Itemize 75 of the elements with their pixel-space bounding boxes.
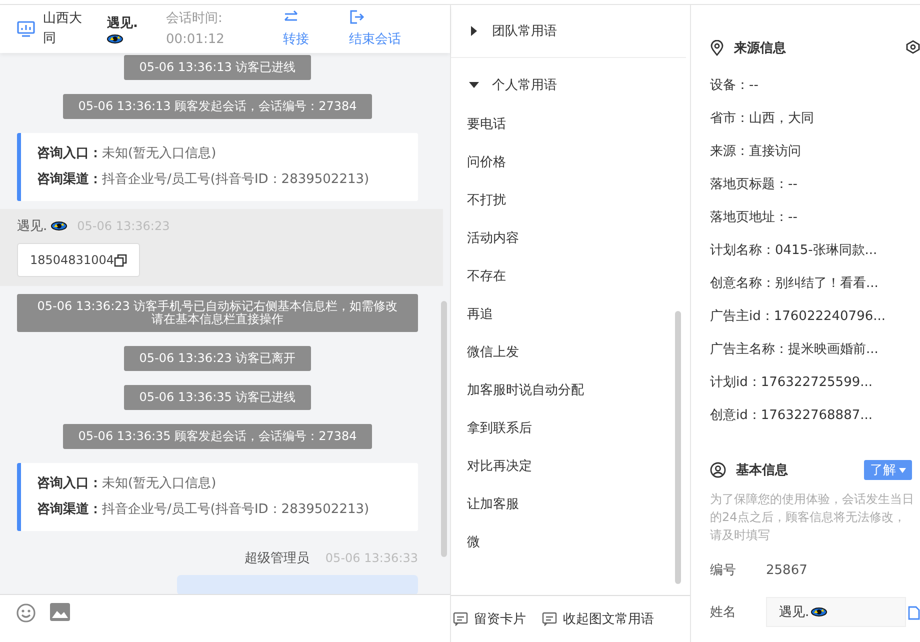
phrase-footer-button[interactable]: 收起图文常用语 bbox=[542, 610, 654, 628]
info-label: 咨询入口： bbox=[37, 476, 102, 491]
phrase-item[interactable]: 让加客服 bbox=[451, 486, 690, 524]
source-field: 广告主id：176022240796... bbox=[710, 300, 920, 333]
info-label: 咨询渠道： bbox=[37, 502, 102, 517]
source-field: 广告主名称：提米映画婚前... bbox=[710, 333, 920, 366]
source-field: 落地页标题：-- bbox=[710, 168, 920, 201]
info-label: 咨询入口： bbox=[37, 146, 102, 161]
field-label: 姓名 bbox=[710, 604, 737, 621]
sender-name: 遇见. bbox=[17, 218, 48, 235]
sender-name: 超级管理员 bbox=[244, 550, 310, 567]
session-time: 00:01:12 bbox=[166, 31, 226, 49]
system-notice: 05-06 13:36:13 访客已进线 bbox=[124, 55, 311, 80]
info-value: 抖音企业号/员工号(抖音号ID：2839502213) bbox=[102, 172, 370, 187]
phrase-item[interactable]: 拿到联系后 bbox=[451, 410, 690, 448]
phone-number: 18504831004 bbox=[30, 253, 114, 267]
source-field: 省市：山西，大同 bbox=[710, 102, 920, 135]
system-notice: 05-06 13:36:23 访客手机号已自动标记右侧基本信息栏，如需修改请在基本信息栏直接操作 bbox=[17, 294, 418, 332]
session-label: 会话时间: bbox=[166, 10, 224, 28]
planet-emoji-icon bbox=[107, 34, 123, 44]
phrase-item[interactable]: 活动内容 bbox=[451, 220, 690, 258]
caret-down-icon bbox=[469, 80, 479, 90]
phrase-item[interactable]: 对比再决定 bbox=[451, 448, 690, 486]
message-input[interactable] bbox=[0, 594, 450, 642]
visitor-location: 山西大同 bbox=[43, 10, 83, 48]
name-field[interactable]: 遇见. bbox=[766, 597, 906, 627]
system-notice: 05-06 13:36:23 访客已离开 bbox=[124, 346, 311, 371]
scrollbar[interactable] bbox=[441, 301, 447, 557]
source-field: 来源：直接访问 bbox=[710, 135, 920, 168]
location-pin-icon bbox=[710, 40, 724, 56]
copy-icon[interactable] bbox=[114, 254, 127, 266]
phrase-item[interactable]: 微信上发 bbox=[451, 334, 690, 372]
phrase-item[interactable]: 不存在 bbox=[451, 258, 690, 296]
planet-emoji-icon bbox=[811, 607, 828, 617]
message-icon bbox=[542, 612, 557, 626]
phrase-item[interactable]: 加客服时说自动分配 bbox=[451, 372, 690, 410]
smiley-icon[interactable] bbox=[16, 603, 36, 623]
info-label: 咨询渠道： bbox=[37, 172, 102, 187]
user-circle-icon bbox=[710, 462, 726, 478]
message-time: 05-06 13:36:33 bbox=[325, 551, 418, 565]
source-field: 创意名称：别纠结了！看看... bbox=[710, 267, 920, 300]
caret-down-icon bbox=[899, 468, 906, 472]
phrase-item[interactable]: 微 bbox=[451, 524, 690, 562]
phrase-item[interactable]: 再追 bbox=[451, 296, 690, 334]
phrase-item[interactable]: 不打扰 bbox=[451, 182, 690, 220]
source-field: 计划名称：0415-张琳同款... bbox=[710, 234, 920, 267]
swap-arrows-icon bbox=[283, 10, 299, 24]
info-value: 抖音企业号/员工号(抖音号ID：2839502213) bbox=[102, 502, 370, 517]
field-label: 编号 bbox=[710, 562, 737, 579]
system-notice: 05-06 13:36:13 顾客发起会话，会话编号：27384 bbox=[63, 94, 372, 119]
section-title: 基本信息 bbox=[736, 462, 788, 479]
message-icon bbox=[453, 612, 468, 626]
monitor-icon bbox=[17, 21, 35, 37]
document-icon[interactable] bbox=[908, 606, 920, 620]
field-value: 25867 bbox=[766, 562, 808, 578]
source-field: 落地页地址：-- bbox=[710, 201, 920, 234]
visitor-name: 遇见. bbox=[107, 15, 138, 32]
hexagon-settings-icon[interactable] bbox=[906, 40, 920, 54]
section-title: 来源信息 bbox=[734, 40, 786, 57]
planet-emoji-icon bbox=[51, 221, 68, 231]
info-value: 未知(暂无入口信息) bbox=[102, 476, 216, 491]
system-notice: 05-06 13:36:35 访客已进线 bbox=[124, 385, 311, 410]
scrollbar[interactable] bbox=[675, 311, 681, 584]
exit-icon bbox=[349, 10, 365, 24]
notice-text: 为了保障您的使用体验，会话发生当日的24点之后，顾客信息将无法修改，请及时填写 bbox=[710, 491, 915, 544]
phrase-item[interactable]: 问价格 bbox=[451, 144, 690, 182]
system-notice: 05-06 13:36:35 顾客发起会话，会话编号：27384 bbox=[63, 424, 372, 449]
source-field: 计划id：176322725599... bbox=[710, 366, 920, 399]
source-field: 设备：-- bbox=[710, 69, 920, 102]
info-value: 未知(暂无入口信息) bbox=[102, 146, 216, 161]
source-field: 创意id：176322768887... bbox=[710, 399, 920, 432]
phrase-group-header[interactable]: 团队常用语 bbox=[451, 5, 686, 58]
caret-right-icon bbox=[469, 26, 479, 36]
phrase-footer-button[interactable]: 留资卡片 bbox=[453, 610, 526, 628]
image-icon[interactable] bbox=[50, 603, 70, 621]
